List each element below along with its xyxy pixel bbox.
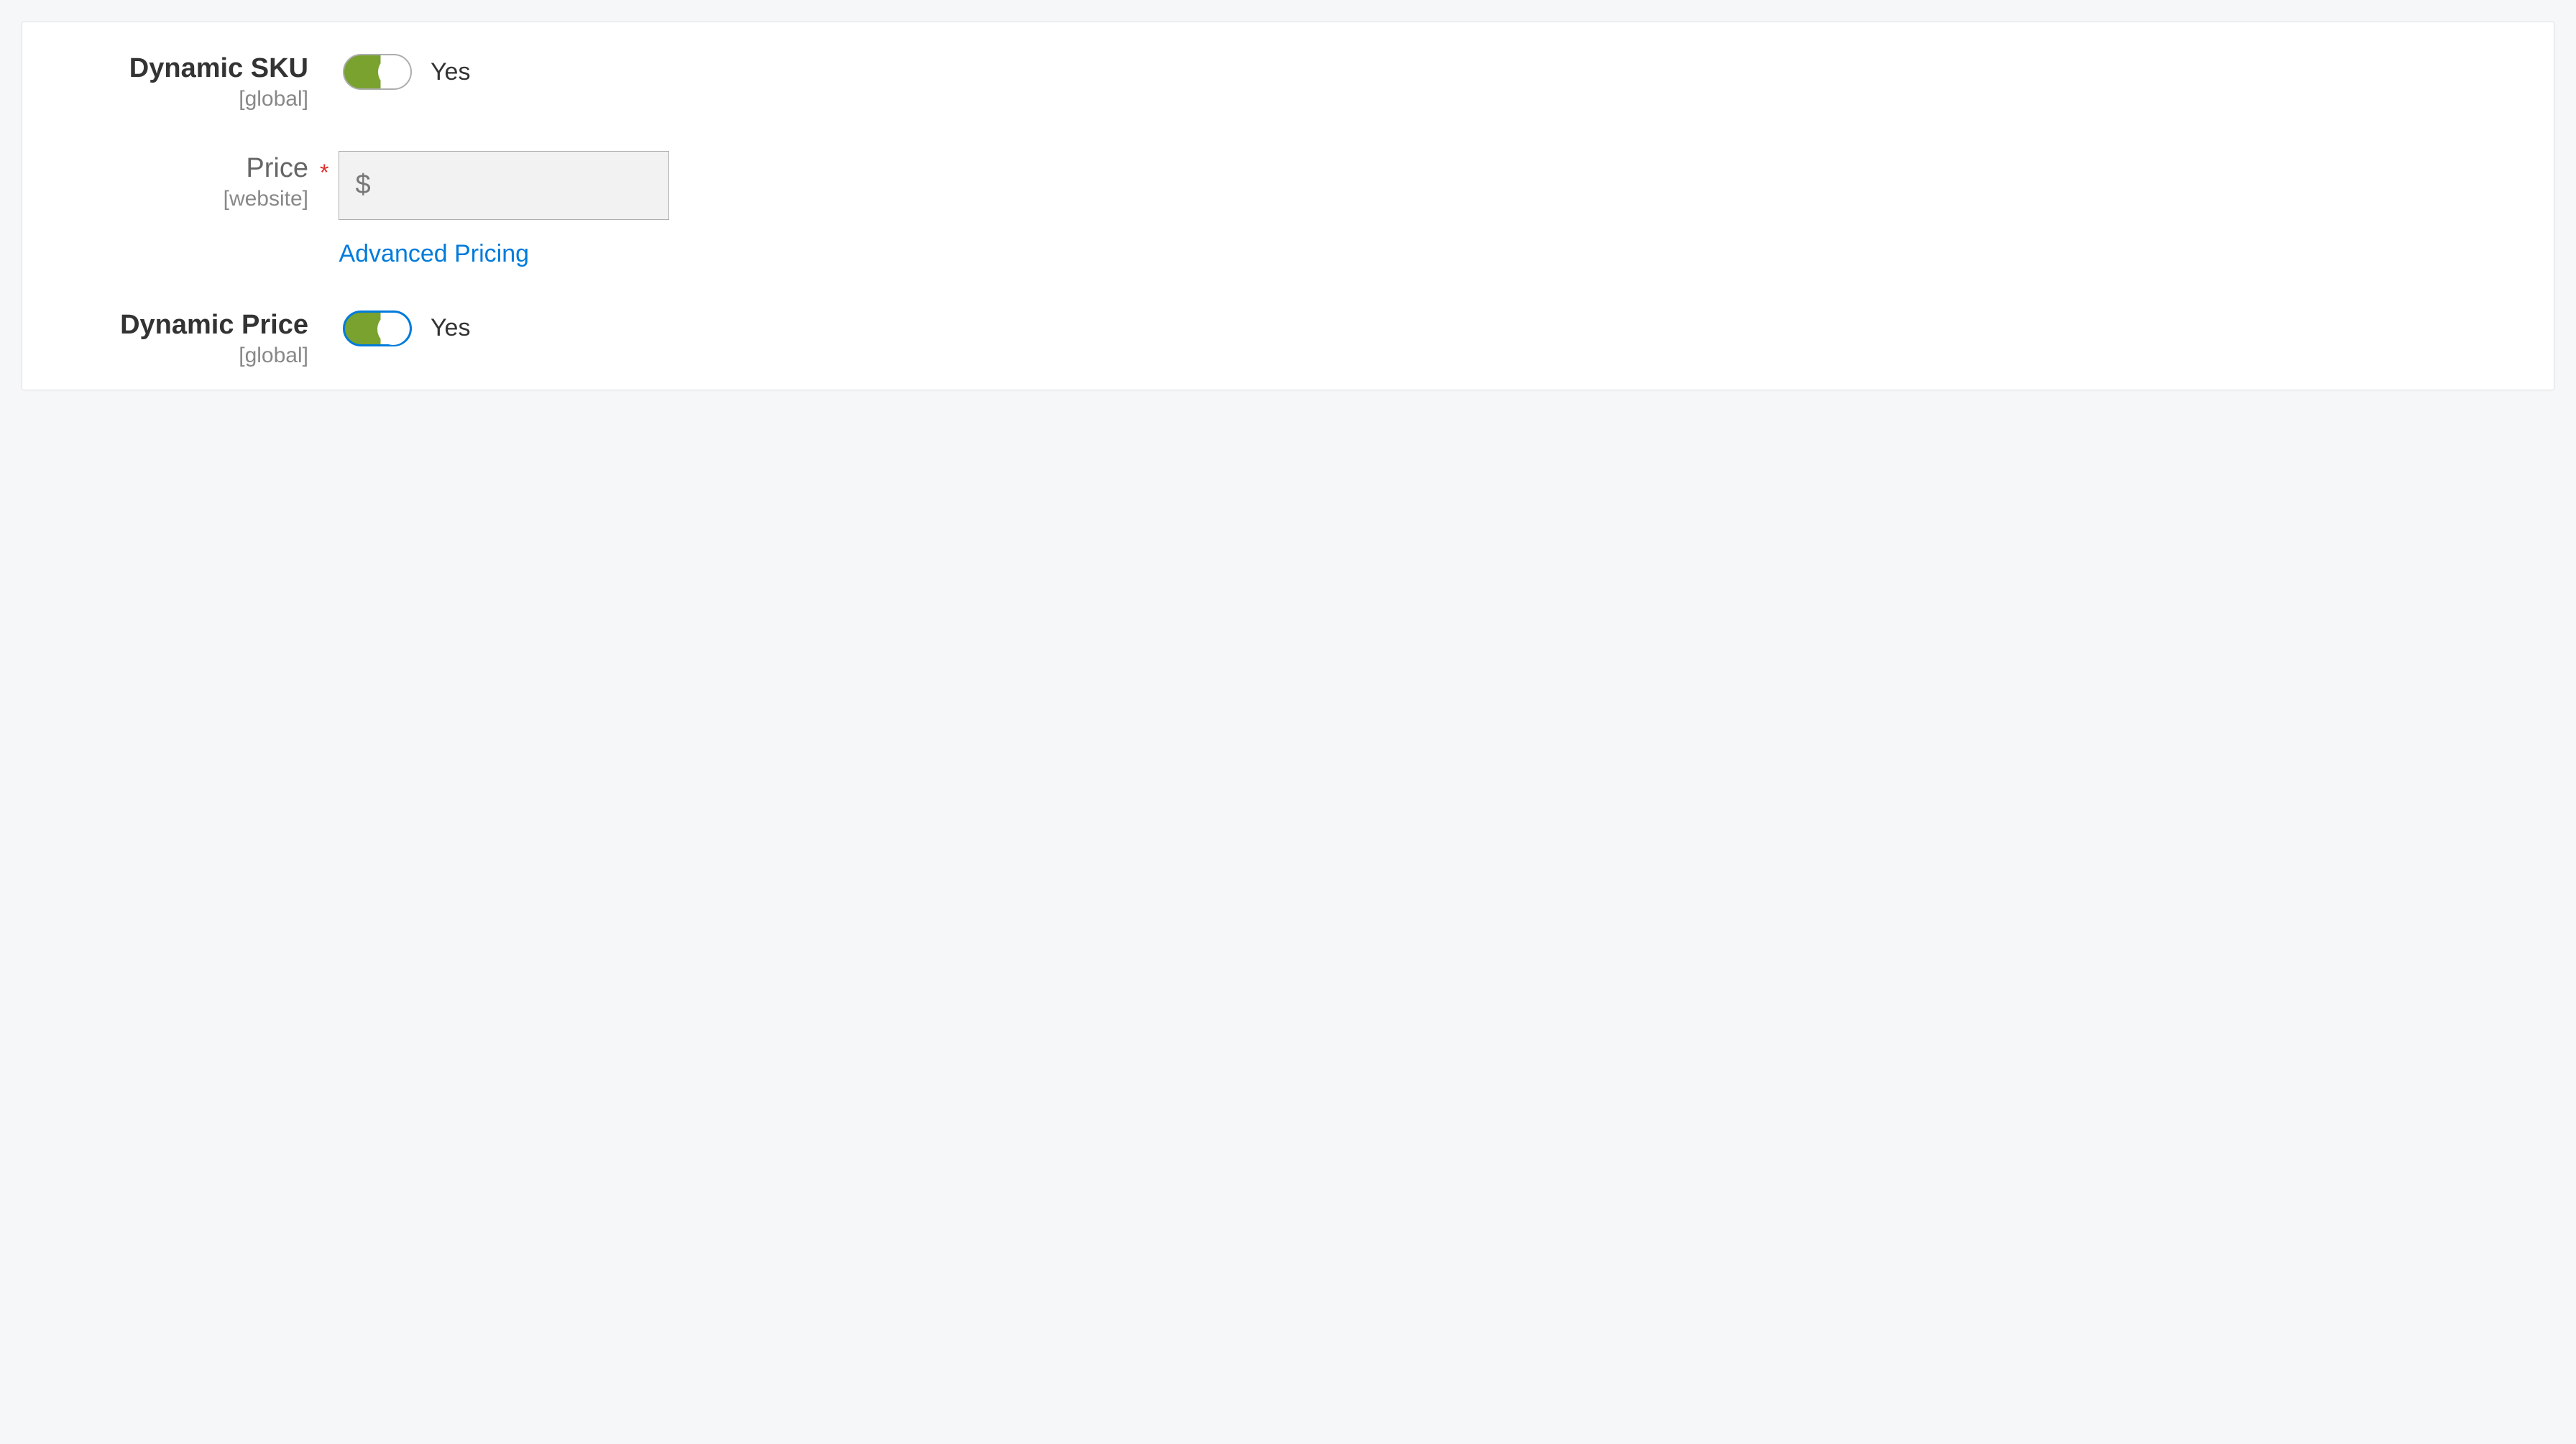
toggle-knob [377, 313, 409, 345]
toggle-wrap: Yes [343, 51, 470, 90]
label-scope: [global] [58, 344, 308, 368]
label-scope: [website] [58, 187, 308, 211]
currency-symbol: $ [355, 170, 370, 201]
form-panel: Dynamic SKU [global] Yes Price [website]… [22, 22, 2554, 390]
dynamic-price-toggle[interactable] [343, 311, 412, 346]
label-dynamic-price: Dynamic Price [global] [58, 308, 317, 368]
label-text: Dynamic SKU [58, 54, 308, 84]
label-dynamic-sku: Dynamic SKU [global] [58, 51, 317, 111]
price-input[interactable]: $ [339, 151, 669, 220]
label-scope: [global] [58, 87, 308, 111]
control-dynamic-sku: Yes [343, 51, 470, 90]
field-dynamic-price: Dynamic Price [global] Yes [58, 308, 2518, 368]
toggle-state-label: Yes [431, 314, 470, 342]
required-asterisk: * [317, 151, 339, 186]
field-dynamic-sku: Dynamic SKU [global] Yes [58, 51, 2518, 111]
control-price: $ Advanced Pricing [339, 151, 669, 268]
control-dynamic-price: Yes [343, 308, 470, 346]
toggle-state-label: Yes [431, 58, 470, 86]
label-text: Price [58, 154, 308, 184]
advanced-pricing-link[interactable]: Advanced Pricing [339, 240, 669, 268]
label-price: Price [website] [58, 151, 317, 211]
toggle-knob [378, 56, 410, 88]
label-text: Dynamic Price [58, 311, 308, 341]
dynamic-sku-toggle[interactable] [343, 54, 412, 90]
toggle-wrap: Yes [343, 308, 470, 346]
field-price: Price [website] * $ Advanced Pricing [58, 151, 2518, 268]
